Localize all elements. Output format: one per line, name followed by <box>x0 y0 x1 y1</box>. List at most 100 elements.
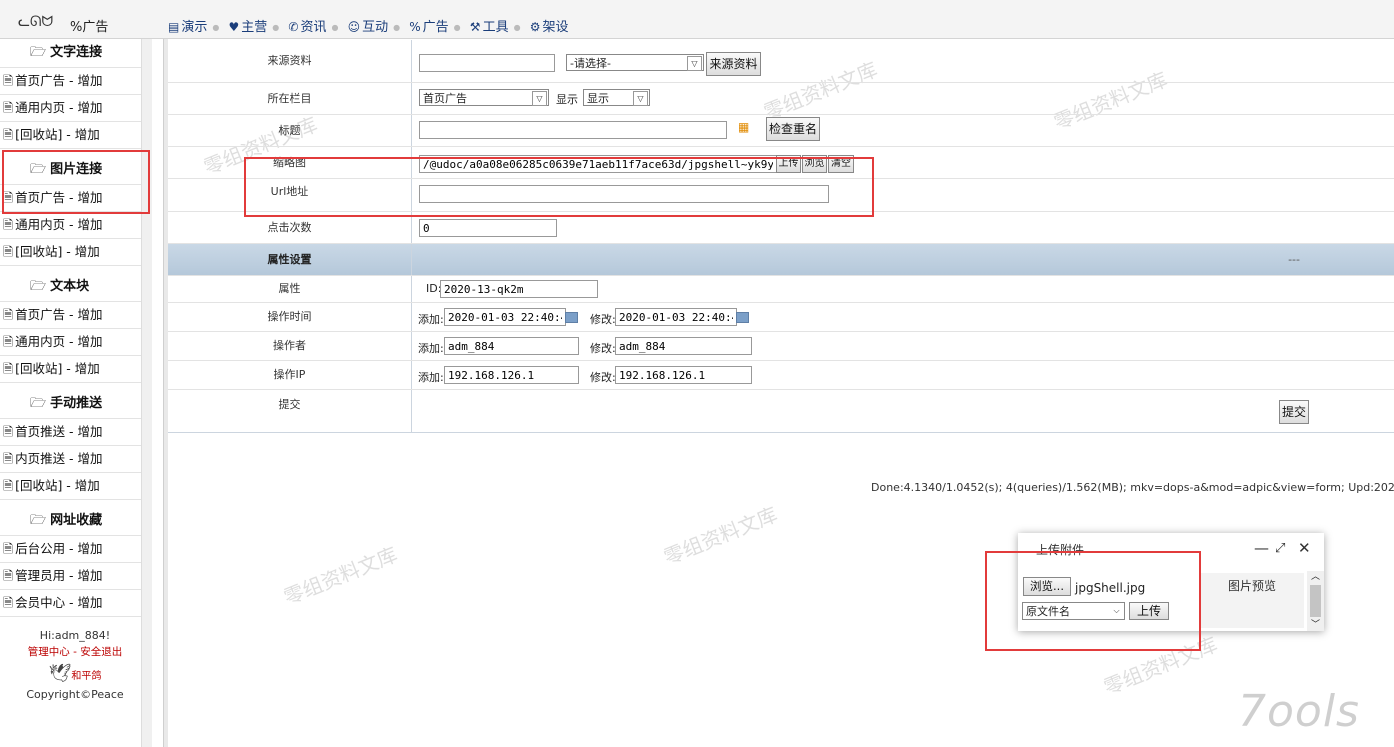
maximize-icon[interactable]: ⤢ <box>1275 541 1285 556</box>
list-icon: ▤ <box>168 20 180 34</box>
sidebar-section-text-blocks[interactable]: 🗁 文本块 <box>0 273 150 302</box>
clicks-input[interactable] <box>419 219 557 237</box>
ad-form: 来源资料 -请选择- ▽ 来源资料 所在栏目 首页广告 ▽ 显示 显示 ▽ 标题 ▦ … <box>168 40 1394 433</box>
source-label: 来源资料 <box>168 40 412 82</box>
attr-header-label: 属性设置 <box>168 244 412 275</box>
check-name-button[interactable]: 检查重名 <box>766 117 820 141</box>
watermark-text: 零组资料文库 <box>280 542 401 610</box>
close-icon[interactable]: ✕ <box>1298 539 1311 557</box>
column-label: 所在栏目 <box>168 83 412 114</box>
calendar-icon[interactable] <box>736 312 749 323</box>
display-label: 显示 <box>556 93 578 106</box>
title-input[interactable] <box>419 121 727 139</box>
document-icon: 🗎 <box>3 595 14 610</box>
edit-prefix: 修改: <box>590 371 616 384</box>
sidebar-section-manual-push[interactable]: 🗁 手动推送 <box>0 390 150 419</box>
cat-logo-icon: ᓚᘏᗢ <box>18 14 54 30</box>
heart-icon: ♥ <box>228 20 240 34</box>
display-select[interactable]: 显示 ▽ <box>583 89 650 106</box>
submit-button[interactable]: 提交 <box>1279 400 1309 424</box>
gears-icon: ⚙ <box>529 20 541 34</box>
sidebar-scrollbar[interactable] <box>141 39 152 747</box>
nav-demo[interactable]: ▤ 演示 <box>168 20 207 35</box>
add-operator-input[interactable] <box>444 337 579 355</box>
status-line: Done:4.1340/1.0452(s); 4(queries)/1.562(… <box>871 481 1394 494</box>
sidebar: 🗁 文字连接 🗎 首页广告 - 增加 🗎 通用内页 - 增加 🗎 [回收站] - 增加 … <box>0 39 152 747</box>
nav-interact[interactable]: ☺ 互动 <box>348 20 389 35</box>
nav-setup[interactable]: ⚙ 架设 <box>530 20 569 35</box>
sidebar-footer: Hi:adm_884! 管理中心 - 安全退出 🕊和平鸽 Copyright©P… <box>0 617 150 701</box>
document-icon: 🗎 <box>3 217 14 232</box>
source-input[interactable] <box>419 54 555 72</box>
edit-prefix: 修改: <box>590 342 616 355</box>
highlight-box <box>244 157 874 217</box>
sidebar-item[interactable]: 🗎 首页广告 - 增加 <box>0 302 150 329</box>
attr-label: 属性 <box>168 276 412 302</box>
sidebar-item[interactable]: 🗎 [回收站] - 增加 <box>0 473 150 500</box>
sidebar-section-text-links[interactable]: 🗁 文字连接 <box>0 39 150 68</box>
sidebar-item[interactable]: 🗎 后台公用 - 增加 <box>0 536 150 563</box>
edit-ip-input[interactable] <box>615 366 752 384</box>
sidebar-item[interactable]: 🗎 通用内页 - 增加 <box>0 329 150 356</box>
row-column: 所在栏目 首页广告 ▽ 显示 显示 ▽ <box>168 83 1394 115</box>
admin-links[interactable]: 管理中心 - 安全退出 <box>0 644 150 659</box>
sidebar-item[interactable]: 🗎 首页广告 - 增加 <box>0 68 150 95</box>
sidebar-item[interactable]: 🗎 会员中心 - 增加 <box>0 590 150 617</box>
document-icon: 🗎 <box>3 541 14 556</box>
document-icon: 🗎 <box>3 244 14 259</box>
edit-operator-input[interactable] <box>615 337 752 355</box>
nav-tools[interactable]: ⚒ 工具 <box>470 20 509 35</box>
folder-icon: 🗁 <box>30 45 47 60</box>
sidebar-item[interactable]: 🗎 内页推送 - 增加 <box>0 446 150 473</box>
row-optime: 操作时间 添加: 修改: <box>168 303 1394 332</box>
sidebar-item[interactable]: 🗎 [回收站] - 增加 <box>0 356 150 383</box>
app-title: %广告 <box>70 20 109 35</box>
top-nav: ▤ 演示 ● ♥ 主营 ● ✆ 资讯 ● ☺ 互动 ● % 广告 ● ⚒ 工具 ● ⚙ 架设 <box>168 20 569 35</box>
color-picker-icon[interactable]: ▦ <box>738 120 749 134</box>
row-submit: 提交 提交 <box>168 390 1394 433</box>
add-time-input[interactable] <box>444 308 566 326</box>
nav-ads[interactable]: % 广告 <box>409 20 448 35</box>
highlight-box <box>985 551 1201 651</box>
copyright: Copyright©Peace <box>26 688 124 701</box>
document-icon: 🗎 <box>3 127 14 142</box>
operator-label: 操作者 <box>168 332 412 360</box>
folder-icon: 🗁 <box>30 396 47 411</box>
sidebar-item[interactable]: 🗎 通用内页 - 增加 <box>0 212 150 239</box>
chevron-up-icon[interactable]: ︿ <box>1311 569 1320 582</box>
document-icon: 🗎 <box>3 424 14 439</box>
preview-scrollbar[interactable]: ︿ ﹀ <box>1307 571 1324 631</box>
minimize-icon[interactable]: — <box>1254 539 1269 557</box>
row-operator: 操作者 添加: 修改: <box>168 332 1394 361</box>
sidebar-item[interactable]: 🗎 首页推送 - 增加 <box>0 419 150 446</box>
calendar-icon[interactable] <box>565 312 578 323</box>
user-greeting: Hi:adm_884! <box>39 629 111 642</box>
document-icon: 🗎 <box>3 478 14 493</box>
document-icon: 🗎 <box>3 73 14 88</box>
dove-logo-icon: 🕊和平鸽 <box>48 663 102 684</box>
source-select[interactable]: -请选择- ▽ <box>566 54 704 71</box>
row-source: 来源资料 -请选择- ▽ 来源资料 <box>168 40 1394 83</box>
percent-icon: % <box>409 20 421 34</box>
row-title: 标题 ▦ 检查重名 <box>168 115 1394 147</box>
add-prefix: 添加: <box>418 313 444 326</box>
folder-icon: 🗁 <box>30 513 47 528</box>
edit-prefix: 修改: <box>590 313 616 326</box>
nav-news[interactable]: ✆ 资讯 <box>288 20 326 35</box>
sidebar-item[interactable]: 🗎 管理员用 - 增加 <box>0 563 150 590</box>
row-ip: 操作IP 添加: 修改: <box>168 361 1394 390</box>
chevron-down-icon[interactable]: ﹀ <box>1311 617 1320 630</box>
attr-id-input[interactable] <box>440 280 598 298</box>
sidebar-item[interactable]: 🗎 [回收站] - 增加 <box>0 122 150 149</box>
add-ip-input[interactable] <box>444 366 579 384</box>
sidebar-item[interactable]: 🗎 通用内页 - 增加 <box>0 95 150 122</box>
sidebar-section-bookmarks[interactable]: 🗁 网址收藏 <box>0 507 150 536</box>
edit-time-input[interactable] <box>615 308 737 326</box>
nav-main[interactable]: ♥ 主营 <box>228 20 267 35</box>
column-select[interactable]: 首页广告 ▽ <box>419 89 549 106</box>
chevron-down-icon: ▽ <box>633 91 648 106</box>
document-icon: 🗎 <box>3 100 14 115</box>
source-button[interactable]: 来源资料 <box>706 52 761 76</box>
sidebar-item[interactable]: 🗎 [回收站] - 增加 <box>0 239 150 266</box>
document-icon: 🗎 <box>3 307 14 322</box>
